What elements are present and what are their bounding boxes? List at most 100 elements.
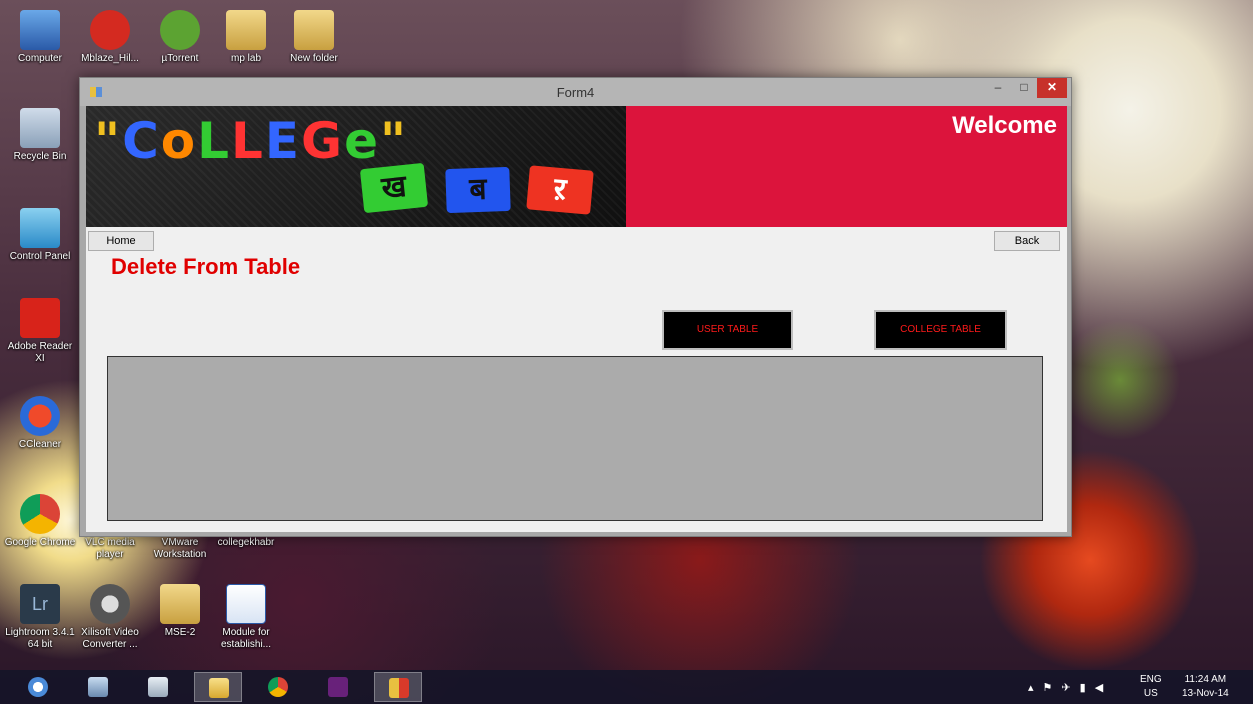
calculator-icon — [148, 677, 168, 697]
logo-letter: G — [301, 112, 345, 170]
logo-letter: E — [264, 112, 302, 170]
search-icon — [28, 677, 48, 697]
desktop-icon-google-chrome[interactable]: Google Chrome — [4, 494, 76, 549]
logo-tile: ख — [359, 162, 429, 214]
desktop-icon-module-doc[interactable]: Module for establishi... — [210, 584, 282, 651]
taskbar-photos[interactable] — [74, 672, 122, 702]
desktop-icon-ccleaner[interactable]: CCleaner — [4, 396, 76, 451]
desktop-icon-label: Xilisoft Video Converter ... — [81, 627, 139, 650]
folder-icon — [294, 10, 334, 50]
desktop-icon-label: Adobe Reader XI — [7, 341, 73, 364]
logo-letter: C — [122, 112, 161, 170]
taskbar-chrome[interactable] — [254, 672, 302, 702]
desktop-icon-new-folder[interactable]: New folder — [278, 10, 350, 65]
clock-time: 11:24 AM — [1184, 674, 1227, 685]
desktop-icon-mp-lab[interactable]: mp lab — [210, 10, 282, 65]
language-indicator[interactable]: ENG US — [1140, 673, 1162, 701]
desktop-icon-label: Module for establishi... — [220, 627, 272, 650]
desktop-icon-computer[interactable]: Computer — [4, 10, 76, 65]
college-table-button[interactable]: COLLEGE TABLE — [874, 310, 1007, 350]
taskbar-search[interactable] — [14, 672, 62, 702]
window-title: Form4 — [556, 85, 595, 100]
maximize-button[interactable]: □ — [1011, 78, 1037, 98]
taskbar-form-app[interactable] — [374, 672, 422, 702]
desktop-icon-label: CCleaner — [18, 439, 62, 450]
chrome-icon — [268, 677, 288, 697]
volume-icon[interactable]: ◀ — [1095, 682, 1112, 694]
computer-icon — [20, 10, 60, 50]
desktop-icon-label: Control Panel — [9, 251, 71, 262]
logo-letter: o — [160, 112, 198, 170]
logo-letter: " — [380, 112, 409, 170]
taskbar-visual-studio[interactable] — [314, 672, 362, 702]
taskbar-calculator[interactable] — [134, 672, 182, 702]
folder-icon — [226, 10, 266, 50]
welcome-banner: Welcome — [626, 106, 1067, 227]
control-panel-icon — [20, 208, 60, 248]
logo-letter: L — [197, 112, 231, 170]
title-bar[interactable]: Form4 – □ ✕ — [80, 78, 1071, 106]
desktop-icon-xilisoft[interactable]: Xilisoft Video Converter ... — [74, 584, 146, 651]
taskbar: ▴⚑✈▮◀ ENG US 11:24 AM 13-Nov-14 — [0, 670, 1253, 704]
ccleaner-icon — [20, 396, 60, 436]
desktop-icon-label: Computer — [18, 53, 62, 64]
desktop-icon-mse2[interactable]: MSE-2 — [144, 584, 216, 639]
battery-icon[interactable]: ▮ — [1080, 682, 1095, 694]
desktop-icon-adobe-reader[interactable]: Adobe Reader XI — [4, 298, 76, 365]
logo-tile: ऱ — [526, 165, 594, 215]
desktop-icon-label: µTorrent — [161, 53, 199, 64]
language-code: ENG — [1140, 674, 1162, 685]
mblaze-icon — [90, 10, 130, 50]
photos-icon — [88, 677, 108, 697]
desktop-icon-label: VLC media player — [85, 537, 135, 560]
adobe-reader-icon — [20, 298, 60, 338]
desktop-icon-utorrent[interactable]: µTorrent — [144, 10, 216, 65]
close-button[interactable]: ✕ — [1037, 78, 1067, 98]
desktop-icon-control-panel[interactable]: Control Panel — [4, 208, 76, 263]
desktop-icon-label: Lightroom 3.4.1 64 bit — [5, 627, 75, 650]
college-khabar-logo: "CoLLEGe" ख ब ऱ — [86, 106, 626, 227]
desktop-icon-label: MSE-2 — [164, 627, 196, 638]
folder-icon — [160, 584, 200, 624]
logo-letter: e — [344, 112, 380, 170]
data-grid[interactable] — [107, 356, 1043, 521]
logo-letter: " — [94, 112, 123, 170]
desktop-icon-label: New folder — [290, 53, 338, 64]
file-explorer-icon — [209, 678, 229, 698]
desktop-icon-label: VMware Workstation — [153, 537, 207, 560]
desktop-icon-label: mp lab — [230, 53, 261, 64]
form-client-area: "CoLLEGe" ख ब ऱ Welcome Home Back Delet… — [86, 106, 1067, 532]
visual-studio-icon — [328, 677, 348, 697]
home-button[interactable]: Home — [88, 231, 154, 251]
film-reel-icon — [90, 584, 130, 624]
desktop-icon-recycle-bin[interactable]: Recycle Bin — [4, 108, 76, 163]
minimize-button[interactable]: – — [985, 78, 1011, 98]
form-app-icon — [389, 678, 409, 698]
region-code: US — [1143, 688, 1158, 699]
logo-wordmark: "CoLLEGe" — [94, 112, 408, 170]
chevron-up-icon[interactable]: ▴ — [1028, 682, 1043, 694]
logo-letter: L — [231, 112, 265, 170]
desktop-icon-label: collegekhabr — [217, 537, 275, 548]
clock[interactable]: 11:24 AM 13-Nov-14 — [1182, 673, 1229, 701]
airplane-icon[interactable]: ✈ — [1061, 682, 1079, 694]
form4-window: Form4 – □ ✕ "CoLLEGe" ख ब ऱ Welcome Hom… — [79, 77, 1072, 537]
utorrent-icon — [160, 10, 200, 50]
user-table-button[interactable]: USER TABLE — [662, 310, 793, 350]
system-tray-icons[interactable]: ▴⚑✈▮◀ — [1028, 681, 1112, 694]
desktop-icon-mblaze[interactable]: Mblaze_Hil... — [74, 10, 146, 65]
desktop-icon-label: Google Chrome — [4, 537, 76, 548]
logo-tile: ब — [445, 166, 511, 214]
taskbar-file-explorer[interactable] — [194, 672, 242, 702]
lightroom-icon: Lr — [20, 584, 60, 624]
back-button[interactable]: Back — [994, 231, 1060, 251]
word-document-icon — [226, 584, 266, 624]
flag-icon[interactable]: ⚑ — [1043, 682, 1062, 694]
welcome-text: Welcome — [952, 112, 1057, 139]
desktop-icon-label: Mblaze_Hil... — [81, 53, 139, 64]
clock-date: 13-Nov-14 — [1182, 688, 1229, 699]
chrome-icon — [20, 494, 60, 534]
desktop-icon-lightroom[interactable]: Lr Lightroom 3.4.1 64 bit — [4, 584, 76, 651]
page-title: Delete From Table — [111, 254, 301, 279]
logo-text: "CoLLEGe" — [94, 112, 408, 170]
